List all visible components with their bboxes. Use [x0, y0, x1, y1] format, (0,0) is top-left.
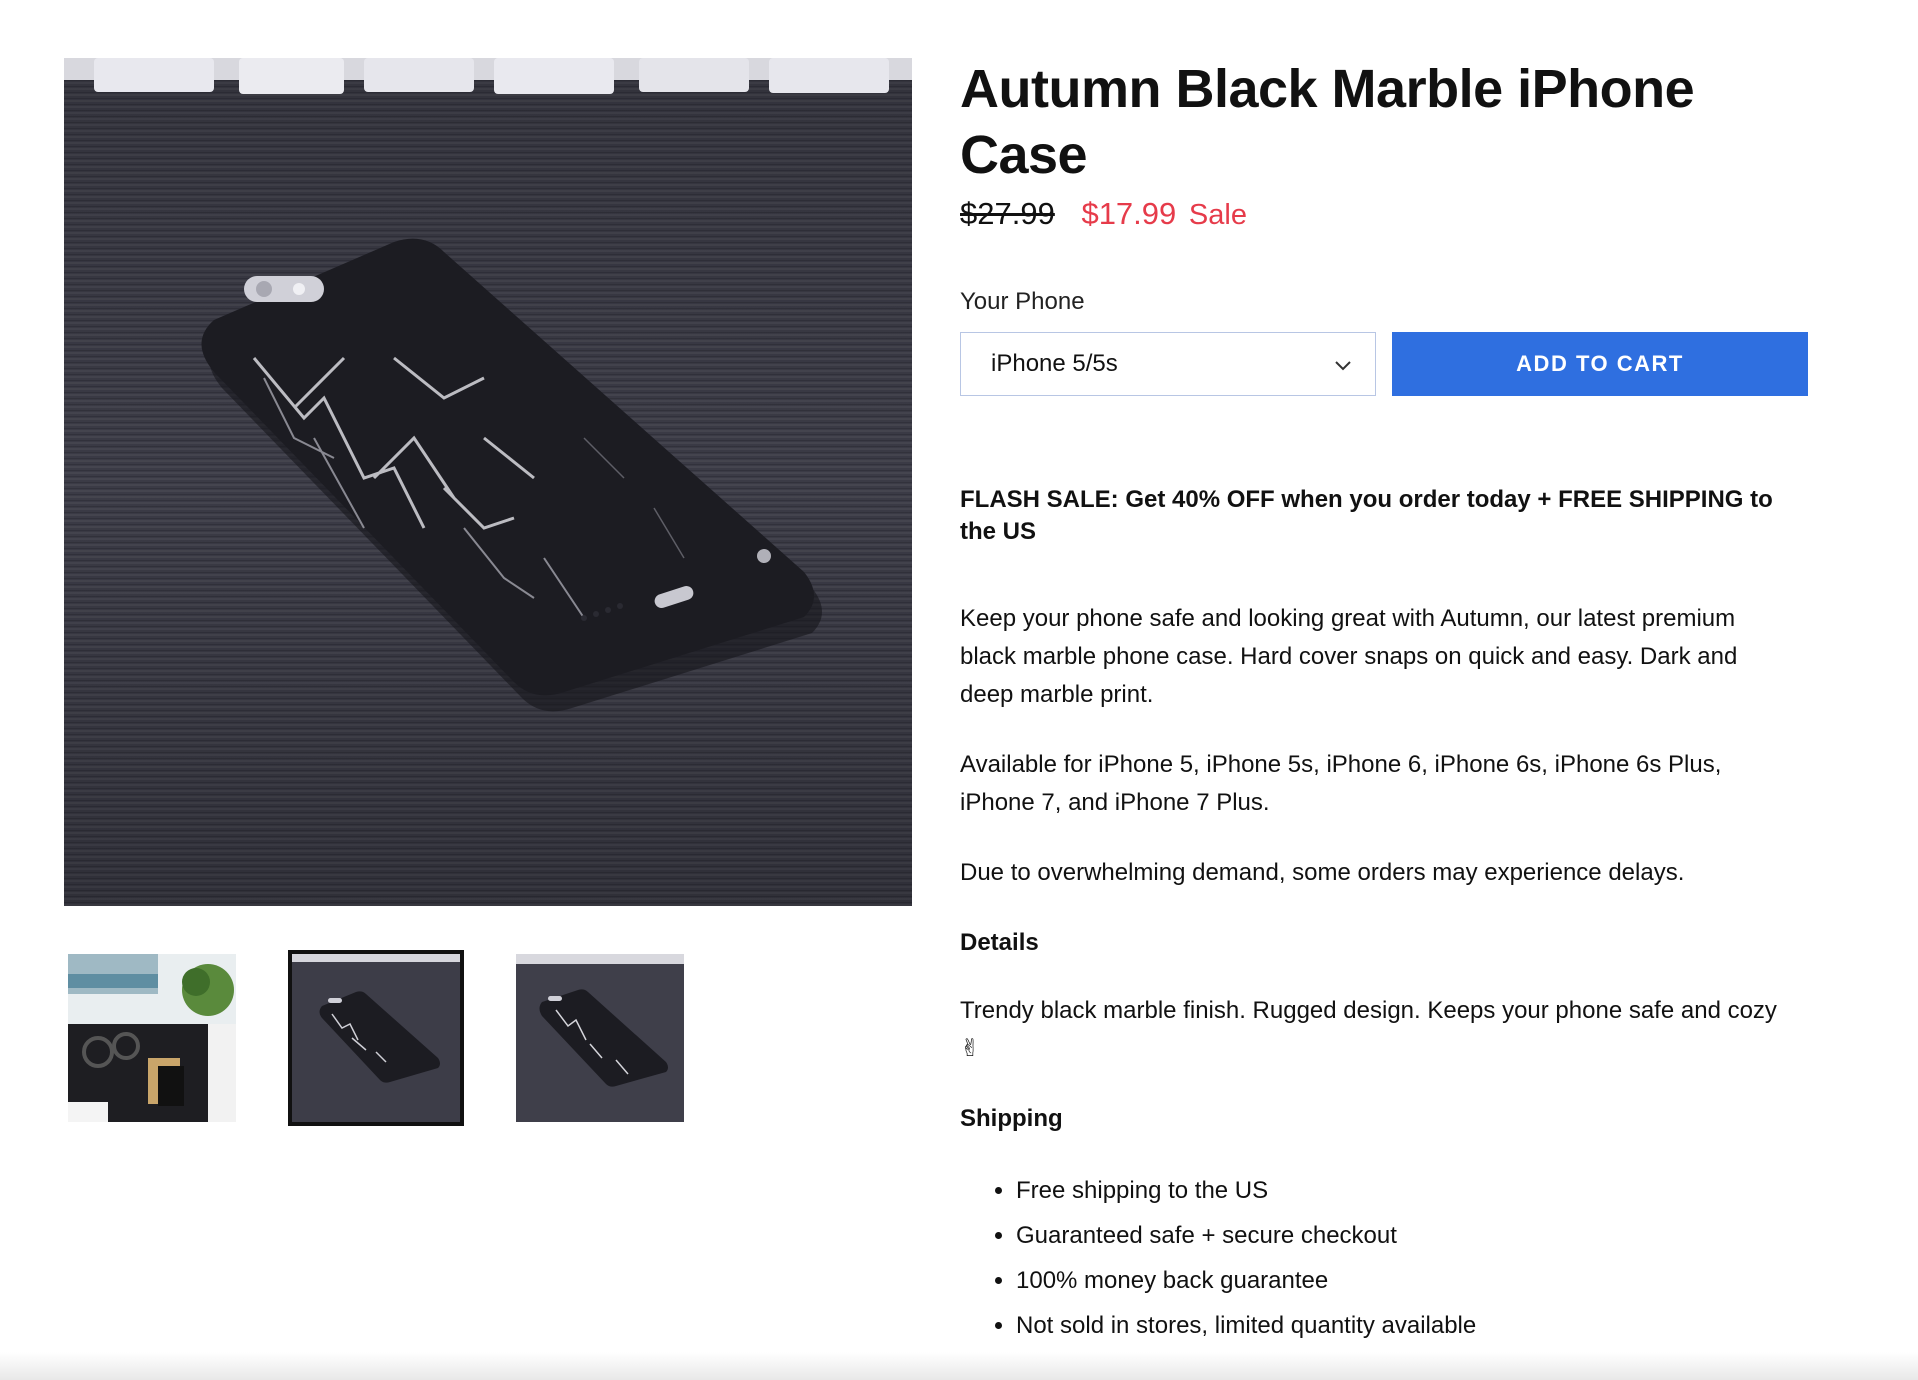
details-text: Trendy black marble finish. Rugged desig…	[960, 992, 1790, 1068]
marble-phone-photo	[64, 58, 912, 906]
details-heading: Details	[960, 929, 1039, 956]
description-demand: Due to overwhelming demand, some orders …	[960, 859, 1685, 886]
chevron-down-icon	[1335, 361, 1351, 371]
shipping-item: Not sold in stores, limited quantity ava…	[1016, 1303, 1790, 1348]
product-description: FLASH SALE: Get 40% OFF when you order t…	[960, 484, 1790, 1348]
page-bottom-edge	[0, 1352, 1918, 1380]
product-title: Autumn Black Marble iPhone Case	[960, 59, 1695, 185]
phone-model-selected: iPhone 5/5s	[991, 350, 1118, 377]
description-intro: Keep your phone safe and looking great w…	[960, 605, 1738, 708]
thumbnail-marble-case-angle[interactable]	[516, 954, 684, 1122]
sale-price: $17.99	[1081, 196, 1177, 231]
compare-at-price: $27.99	[960, 196, 1055, 231]
details-body: Trendy black marble finish. Rugged desig…	[960, 997, 1777, 1024]
variant-label: Your Phone	[960, 288, 1085, 315]
product-main-image[interactable]	[64, 58, 912, 906]
product-info: Autumn Black Marble iPhone Case $27.99 $…	[960, 56, 1810, 1339]
flash-sale-banner: FLASH SALE: Get 40% OFF when you order t…	[960, 486, 1773, 545]
add-to-cart-button[interactable]: ADD TO CART	[1392, 332, 1808, 396]
shipping-item: 100% money back guarantee	[1016, 1258, 1790, 1303]
shipping-item: Guaranteed safe + secure checkout	[1016, 1213, 1790, 1258]
price-row: $27.99 $17.99 Sale	[960, 194, 1810, 235]
thumbnail-marble-case-front[interactable]	[288, 950, 464, 1126]
sale-badge: Sale	[1188, 199, 1247, 231]
description-availability: Available for iPhone 5, iPhone 5s, iPhon…	[960, 751, 1722, 816]
shipping-list: Free shipping to the US Guaranteed safe …	[960, 1168, 1790, 1348]
victory-hand-emoji: ✌	[960, 1035, 981, 1062]
phone-model-select[interactable]: iPhone 5/5s	[960, 332, 1376, 396]
thumbnail-desk-scene[interactable]	[68, 954, 236, 1122]
product-thumbnails	[64, 950, 764, 1130]
shipping-heading: Shipping	[960, 1105, 1063, 1132]
shipping-item: Free shipping to the US	[1016, 1168, 1790, 1213]
